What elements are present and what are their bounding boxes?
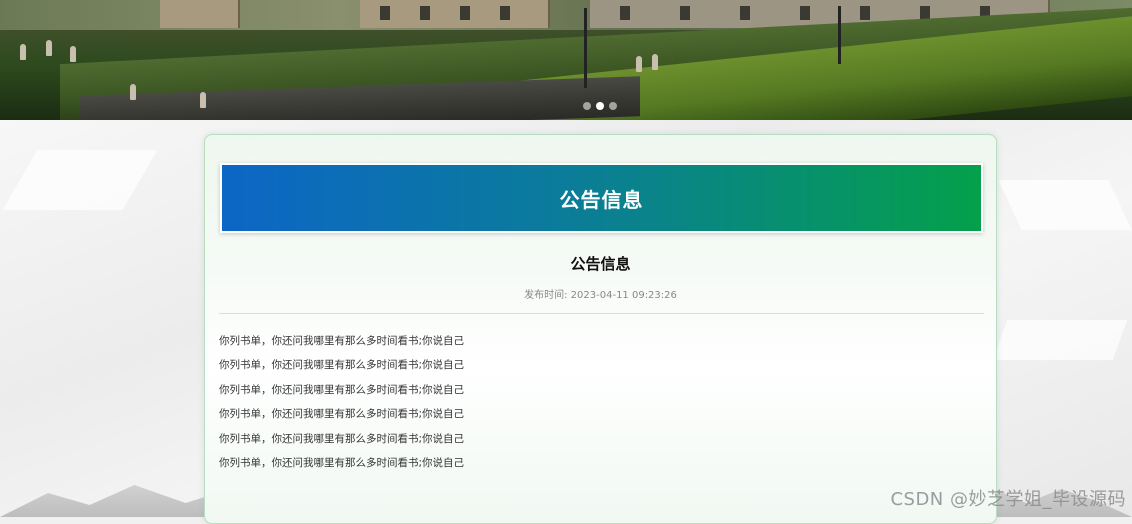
pedestrian [130, 84, 136, 100]
pedestrian [70, 46, 76, 62]
notice-panel: 公告信息 公告信息 发布时间: 2023-04-11 09:23:26 你列书单… [204, 134, 997, 524]
pedestrian [652, 54, 658, 70]
panel-header-title: 公告信息 [560, 184, 644, 213]
pedestrian [20, 44, 26, 60]
carousel-dot[interactable] [609, 102, 617, 110]
notice-content: 你列书单，你还问我哪里有那么多时间看书;你说自己 你列书单，你还问我哪里有那么多… [219, 329, 464, 475]
lamp-post [584, 8, 587, 88]
notice-publish-time: 发布时间: 2023-04-11 09:23:26 [205, 286, 996, 301]
banner-building [360, 0, 550, 28]
content-paragraph: 你列书单，你还问我哪里有那么多时间看书;你说自己 [219, 451, 464, 475]
carousel-dot[interactable] [583, 102, 591, 110]
publish-time-label: 发布时间: [524, 290, 567, 301]
notice-title: 公告信息 [205, 253, 996, 274]
publish-time-value: 2023-04-11 09:23:26 [571, 290, 677, 301]
panel-header: 公告信息 [220, 163, 983, 233]
lamp-post [838, 6, 841, 64]
content-paragraph: 你列书单，你还问我哪里有那么多时间看书;你说自己 [219, 329, 464, 353]
carousel-indicators [583, 102, 617, 110]
watermark: CSDN @妙芝学姐_毕设源码 [890, 485, 1126, 511]
pedestrian [200, 92, 206, 108]
divider [219, 313, 984, 314]
content-paragraph: 你列书单，你还问我哪里有那么多时间看书;你说自己 [219, 353, 464, 377]
content-paragraph: 你列书单，你还问我哪里有那么多时间看书;你说自己 [219, 427, 464, 451]
carousel-dot-active[interactable] [596, 102, 604, 110]
content-paragraph: 你列书单，你还问我哪里有那么多时间看书;你说自己 [219, 378, 464, 402]
pedestrian [636, 56, 642, 72]
pedestrian [46, 40, 52, 56]
banner-carousel[interactable] [0, 0, 1132, 120]
content-paragraph: 你列书单，你还问我哪里有那么多时间看书;你说自己 [219, 402, 464, 426]
banner-building [160, 0, 240, 28]
